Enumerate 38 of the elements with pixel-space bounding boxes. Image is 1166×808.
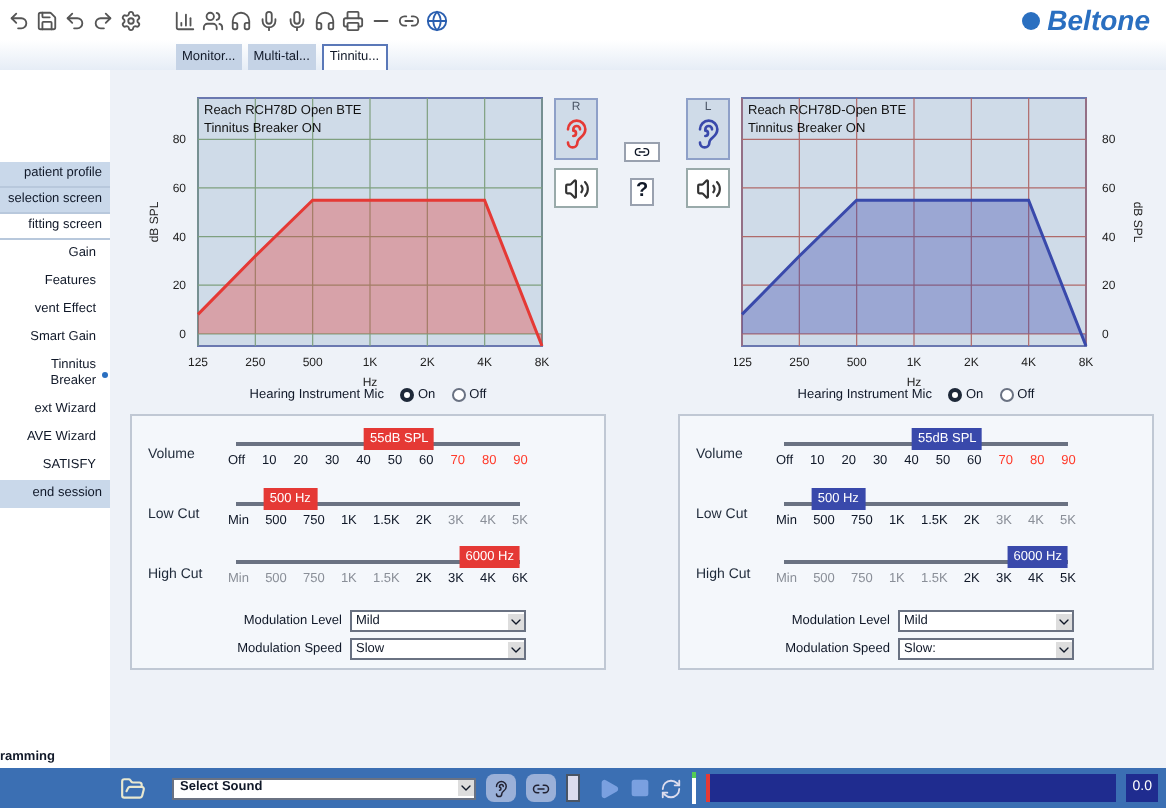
- ear-icon: [492, 779, 510, 797]
- people-icon[interactable]: [202, 9, 224, 31]
- speaker-icon: [695, 175, 721, 201]
- logo-icon: [1021, 11, 1040, 29]
- globe-icon[interactable]: [426, 9, 448, 31]
- caret-icon: [508, 641, 524, 657]
- caret-icon: [1056, 613, 1072, 629]
- link-button[interactable]: [624, 142, 660, 162]
- save-icon[interactable]: [36, 9, 58, 31]
- radio-button[interactable]: [999, 388, 1014, 403]
- caret-icon: [1056, 641, 1072, 657]
- caret-icon: [458, 780, 474, 796]
- printer-icon[interactable]: [342, 9, 364, 31]
- settings-icon[interactable]: [120, 9, 142, 31]
- undo-icon[interactable]: [8, 9, 30, 31]
- folder-icon[interactable]: [120, 775, 146, 801]
- undo-icon[interactable]: [64, 9, 86, 31]
- radio-button[interactable]: [451, 388, 466, 403]
- ear-button[interactable]: [486, 774, 516, 802]
- microphone-icon[interactable]: [286, 9, 308, 31]
- link-icon: [634, 144, 650, 160]
- link-button[interactable]: [526, 774, 556, 802]
- microphone-icon[interactable]: [258, 9, 280, 31]
- headphones-icon[interactable]: [314, 9, 336, 31]
- caret-icon: [508, 613, 524, 629]
- repeat-icon[interactable]: [660, 777, 682, 799]
- radio-button[interactable]: [947, 388, 962, 403]
- brand-logo: Beltone: [1047, 1, 1150, 39]
- radio-button[interactable]: [399, 388, 414, 403]
- redo-icon[interactable]: [92, 9, 114, 31]
- speaker-icon: [563, 175, 589, 201]
- speaker-button[interactable]: [554, 168, 598, 208]
- help-button[interactable]: ?: [630, 178, 654, 206]
- level-marker-icon[interactable]: [692, 772, 696, 804]
- speaker-button[interactable]: [686, 168, 730, 208]
- bar-chart-icon[interactable]: [174, 9, 196, 31]
- headphones-icon[interactable]: [230, 9, 252, 31]
- link-icon: [532, 779, 550, 797]
